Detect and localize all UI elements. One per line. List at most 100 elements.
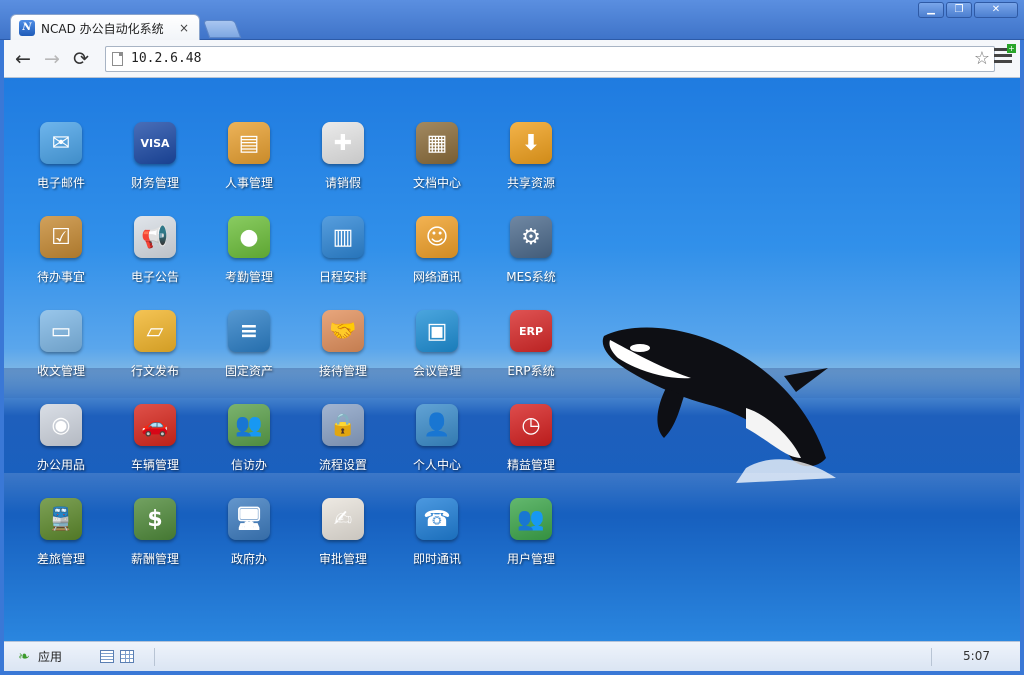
app-tile[interactable]: 🖥 政府办	[202, 494, 296, 588]
app-icon-glyph: 🤝	[322, 310, 364, 352]
app-label: 信访办	[230, 458, 267, 472]
browser-toolbar: ← → ⟳ 10.2.6.48 ☆ +	[4, 40, 1020, 78]
train-icon: 🚆	[36, 494, 86, 544]
app-tile[interactable]: ☑ 待办事宜	[14, 212, 108, 306]
app-icon-glyph: $	[134, 498, 176, 540]
app-tile[interactable]: ✍ 审批管理	[296, 494, 390, 588]
app-icon-glyph: 📢	[134, 216, 176, 258]
app-icon-glyph: ≡	[228, 310, 270, 352]
red-car-icon: 🚗	[130, 400, 180, 450]
app-tile[interactable]: ▦ 文档中心	[390, 118, 484, 212]
taskbar: ❧ 应用 5:07	[4, 641, 1020, 671]
app-icon-glyph: ERP	[510, 310, 552, 352]
email-icon: ✉	[36, 118, 86, 168]
app-icon-glyph: ▦	[416, 122, 458, 164]
app-tile[interactable]: 👥 用户管理	[484, 494, 578, 588]
apps-start-button[interactable]: ❧ 应用	[18, 648, 62, 665]
app-label: 行文发布	[130, 364, 179, 378]
app-label: 个人中心	[412, 458, 461, 472]
app-label: 用户管理	[506, 552, 555, 566]
grid-view-icon[interactable]	[120, 650, 135, 663]
taskbar-separator	[154, 647, 156, 666]
app-tile[interactable]: 🤝 接待管理	[296, 306, 390, 400]
app-label: 流程设置	[318, 458, 367, 472]
update-badge-icon: +	[1007, 44, 1016, 53]
app-tile[interactable]: ▣ 会议管理	[390, 306, 484, 400]
users-icon: 👥	[506, 494, 556, 544]
maximize-button[interactable]: ❐	[946, 2, 972, 18]
app-icon-glyph: 🔒	[322, 404, 364, 446]
reload-button[interactable]: ⟳	[68, 46, 94, 72]
app-label: ERP系统	[507, 364, 555, 378]
app-tile[interactable]: 🚗 车辆管理	[108, 400, 202, 494]
tab-title: NCAD 办公自动化系统	[41, 21, 164, 36]
app-tile[interactable]: $ 薪酬管理	[108, 494, 202, 588]
document-box-icon: ▦	[412, 118, 462, 168]
yellow-folder-icon: ▱	[130, 306, 180, 356]
new-tab-button[interactable]	[202, 20, 242, 38]
app-tile[interactable]: ⚙ MES系统	[484, 212, 578, 306]
app-tile[interactable]: 🔒 流程设置	[296, 400, 390, 494]
app-icon-glyph: ▭	[40, 310, 82, 352]
app-tile[interactable]: ≡ 固定资产	[202, 306, 296, 400]
app-tile[interactable]: 👥 信访办	[202, 400, 296, 494]
forward-button[interactable]: →	[39, 46, 65, 72]
back-button[interactable]: ←	[10, 46, 36, 72]
close-window-button[interactable]: ✕	[974, 2, 1018, 18]
clock: 5:07	[963, 649, 990, 663]
app-icon-glyph: ▱	[134, 310, 176, 352]
desktop-area: ✉ 电子邮件 VISA 财务管理 ▤ 人事管理 ✚ 请销假 ▦ 文档中心 ⬇ 共享资源 ☑ 待办事宜 📢 电子…	[4, 78, 1020, 641]
minimize-button[interactable]: ▁	[918, 2, 944, 18]
browser-tab[interactable]: N NCAD 办公自动化系统 ×	[10, 14, 200, 41]
mes-tools-icon: ⚙	[506, 212, 556, 262]
app-tile[interactable]: ▱ 行文发布	[108, 306, 202, 400]
approval-document-icon: ✍	[318, 494, 368, 544]
app-tile[interactable]: ✉ 电子邮件	[14, 118, 108, 212]
app-grid: ✉ 电子邮件 VISA 财务管理 ▤ 人事管理 ✚ 请销假 ▦ 文档中心 ⬇ 共享资源 ☑ 待办事宜 📢 电子…	[14, 118, 578, 588]
list-view-icon[interactable]	[100, 650, 115, 663]
app-tile[interactable]: 👤 个人中心	[390, 400, 484, 494]
app-tile[interactable]: ▭ 收文管理	[14, 306, 108, 400]
app-label: 差旅管理	[36, 552, 85, 566]
app-icon-glyph: 🖥	[228, 498, 270, 540]
app-tile[interactable]: ◷ 精益管理	[484, 400, 578, 494]
orca-wallpaper-image	[602, 327, 836, 483]
app-label: 车辆管理	[130, 458, 179, 472]
app-tile[interactable]: ▥ 日程安排	[296, 212, 390, 306]
app-tile[interactable]: ☺ 网络通讯	[390, 212, 484, 306]
app-icon-glyph: ●	[228, 216, 270, 258]
tab-close-icon[interactable]: ×	[177, 21, 191, 35]
app-tile[interactable]: ◉ 办公用品	[14, 400, 108, 494]
browser-menu-button[interactable]: +	[994, 44, 1016, 66]
person-icon: 👤	[412, 400, 462, 450]
folders-icon: ▤	[224, 118, 274, 168]
address-bar[interactable]: 10.2.6.48 ☆	[105, 45, 995, 72]
app-tile[interactable]: 🚆 差旅管理	[14, 494, 108, 588]
window-title-bar: N NCAD 办公自动化系统 × ▁ ❐ ✕	[0, 0, 1024, 41]
app-tile[interactable]: ERP ERP系统	[484, 306, 578, 400]
app-tile[interactable]: ⬇ 共享资源	[484, 118, 578, 212]
app-icon-glyph: ✚	[322, 122, 364, 164]
app-label: 政府办	[230, 552, 267, 566]
clipboard-icon: ☑	[36, 212, 86, 262]
red-clock-icon: ◷	[506, 400, 556, 450]
inbox-tray-icon: ▭	[36, 306, 86, 356]
app-label: 财务管理	[130, 176, 179, 190]
software-box-icon: ◉	[36, 400, 86, 450]
app-tile[interactable]: ☎ 即时通讯	[390, 494, 484, 588]
app-tile[interactable]: ● 考勤管理	[202, 212, 296, 306]
app-icon-glyph: ☺	[416, 216, 458, 258]
megaphone-icon: 📢	[130, 212, 180, 262]
app-icon-glyph: ◷	[510, 404, 552, 446]
app-icon-glyph: ⬇	[510, 122, 552, 164]
app-tile[interactable]: 📢 电子公告	[108, 212, 202, 306]
app-tile[interactable]: VISA 财务管理	[108, 118, 202, 212]
app-label: 文档中心	[412, 176, 461, 190]
app-tile[interactable]: ▤ 人事管理	[202, 118, 296, 212]
app-icon-glyph: ▣	[416, 310, 458, 352]
url-text[interactable]: 10.2.6.48	[131, 51, 201, 66]
app-tile[interactable]: ✚ 请销假	[296, 118, 390, 212]
bookmark-star-icon[interactable]: ☆	[974, 48, 990, 69]
app-label: 电子邮件	[36, 176, 85, 190]
app-label: 考勤管理	[224, 270, 273, 284]
